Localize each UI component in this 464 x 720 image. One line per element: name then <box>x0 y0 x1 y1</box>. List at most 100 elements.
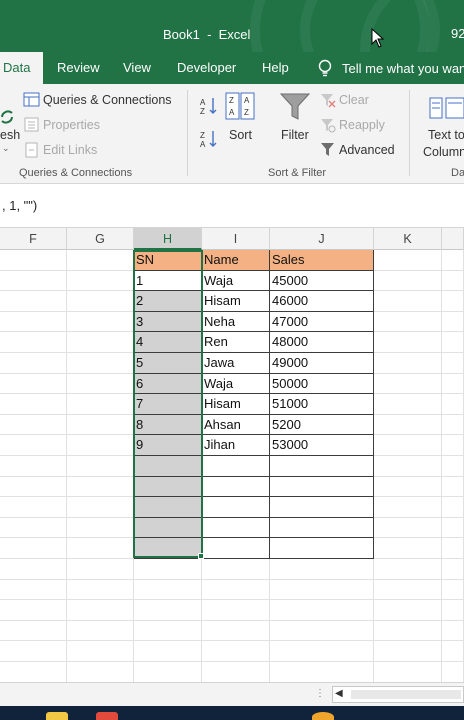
table-cell[interactable]: 50000 <box>270 374 374 394</box>
spreadsheet-grid[interactable]: SN Name Sales 1 Waja 45000 2 Hisam 46000 3 Neha 470… <box>0 250 464 683</box>
grid-cell[interactable] <box>442 477 464 497</box>
refresh-all-label[interactable]: esh <box>0 128 20 142</box>
table-cell[interactable] <box>134 477 202 497</box>
column-header-partial[interactable] <box>442 228 464 250</box>
grid-cell[interactable] <box>442 456 464 477</box>
formula-text[interactable]: , 1, "") <box>2 198 37 213</box>
grid-cell[interactable] <box>270 600 374 621</box>
table-cell[interactable] <box>134 497 202 518</box>
grid-cell[interactable] <box>270 641 374 662</box>
grid-cell[interactable] <box>67 353 134 374</box>
grid-cell[interactable] <box>0 271 67 291</box>
table-cell[interactable] <box>270 497 374 518</box>
grid-cell[interactable] <box>67 559 134 580</box>
table-cell[interactable]: Jawa <box>202 353 270 374</box>
table-cell[interactable]: 3 <box>134 312 202 332</box>
grid-cell[interactable] <box>374 271 442 291</box>
grid-cell[interactable] <box>374 621 442 641</box>
grid-cell[interactable] <box>374 477 442 497</box>
grid-cell[interactable] <box>0 435 67 456</box>
table-cell[interactable]: 2 <box>134 291 202 312</box>
grid-cell[interactable] <box>67 621 134 641</box>
properties-button[interactable]: Properties <box>43 118 100 132</box>
table-cell[interactable] <box>134 456 202 477</box>
edit-links-button[interactable]: Edit Links <box>43 143 97 157</box>
grid-cell[interactable] <box>134 662 202 683</box>
text-to-columns-label-2[interactable]: Columns <box>423 145 464 159</box>
grid-cell[interactable] <box>67 435 134 456</box>
table-cell[interactable]: 53000 <box>270 435 374 456</box>
table-cell[interactable]: 1 <box>134 271 202 291</box>
grid-cell[interactable] <box>134 600 202 621</box>
file-explorer-icon[interactable] <box>46 712 68 720</box>
grid-cell[interactable] <box>374 580 442 600</box>
table-cell[interactable] <box>270 477 374 497</box>
grid-cell[interactable] <box>442 662 464 683</box>
horizontal-scrollbar[interactable]: ◀ <box>332 686 464 703</box>
grid-cell[interactable] <box>374 518 442 538</box>
table-cell[interactable]: 48000 <box>270 332 374 353</box>
sort-button[interactable]: Sort <box>229 128 252 142</box>
grid-cell[interactable] <box>67 394 134 415</box>
table-cell[interactable] <box>134 518 202 538</box>
grid-cell[interactable] <box>67 415 134 435</box>
grid-cell[interactable] <box>134 559 202 580</box>
clear-button[interactable]: Clear <box>339 93 369 107</box>
table-cell[interactable]: 45000 <box>270 271 374 291</box>
grid-cell[interactable] <box>0 477 67 497</box>
tab-help[interactable]: Help <box>262 52 289 84</box>
grid-cell[interactable] <box>374 559 442 580</box>
grid-cell[interactable] <box>374 312 442 332</box>
grid-cell[interactable] <box>202 559 270 580</box>
grid-cell[interactable] <box>134 580 202 600</box>
grid-cell[interactable] <box>270 580 374 600</box>
table-cell[interactable]: Ren <box>202 332 270 353</box>
grid-cell[interactable] <box>374 332 442 353</box>
grid-cell[interactable] <box>442 435 464 456</box>
table-cell[interactable]: Hisam <box>202 291 270 312</box>
grid-cell[interactable] <box>202 641 270 662</box>
tab-review[interactable]: Review <box>57 52 100 84</box>
grid-cell[interactable] <box>442 538 464 559</box>
grid-cell[interactable] <box>0 559 67 580</box>
table-cell[interactable] <box>202 497 270 518</box>
table-cell[interactable]: Hisam <box>202 394 270 415</box>
grid-cell[interactable] <box>374 250 442 271</box>
grid-cell[interactable] <box>0 621 67 641</box>
sort-z-a-icon[interactable]: Z A <box>200 129 218 149</box>
queries-connections-button[interactable]: Queries & Connections <box>43 93 172 107</box>
column-header-f[interactable]: F <box>0 228 67 250</box>
column-header-h[interactable]: H <box>134 228 202 250</box>
grid-cell[interactable] <box>0 456 67 477</box>
tab-developer[interactable]: Developer <box>177 52 236 84</box>
sort-a-z-icon[interactable]: A Z <box>200 96 218 116</box>
grid-cell[interactable] <box>374 415 442 435</box>
grid-cell[interactable] <box>374 662 442 683</box>
grid-cell[interactable] <box>67 332 134 353</box>
text-to-columns-label-1[interactable]: Text to <box>428 128 464 142</box>
scroll-left-icon[interactable]: ◀ <box>335 688 343 699</box>
grid-cell[interactable] <box>202 580 270 600</box>
grid-cell[interactable] <box>374 394 442 415</box>
table-cell[interactable]: 6 <box>134 374 202 394</box>
grid-cell[interactable] <box>0 641 67 662</box>
grid-cell[interactable] <box>442 353 464 374</box>
refresh-icon[interactable] <box>0 108 14 126</box>
grid-cell[interactable] <box>374 374 442 394</box>
grid-cell[interactable] <box>270 621 374 641</box>
grid-cell[interactable] <box>67 312 134 332</box>
app-icon[interactable] <box>312 712 334 720</box>
grid-cell[interactable] <box>134 641 202 662</box>
table-cell[interactable]: Neha <box>202 312 270 332</box>
table-cell[interactable] <box>134 538 202 559</box>
grid-cell[interactable] <box>442 518 464 538</box>
tab-view[interactable]: View <box>123 52 151 84</box>
column-header-g[interactable]: G <box>67 228 134 250</box>
grid-cell[interactable] <box>374 291 442 312</box>
grid-cell[interactable] <box>67 456 134 477</box>
grid-cell[interactable] <box>134 621 202 641</box>
grid-cell[interactable] <box>0 312 67 332</box>
grid-cell[interactable] <box>0 538 67 559</box>
text-to-columns-icon[interactable] <box>428 94 464 122</box>
grid-cell[interactable] <box>442 312 464 332</box>
